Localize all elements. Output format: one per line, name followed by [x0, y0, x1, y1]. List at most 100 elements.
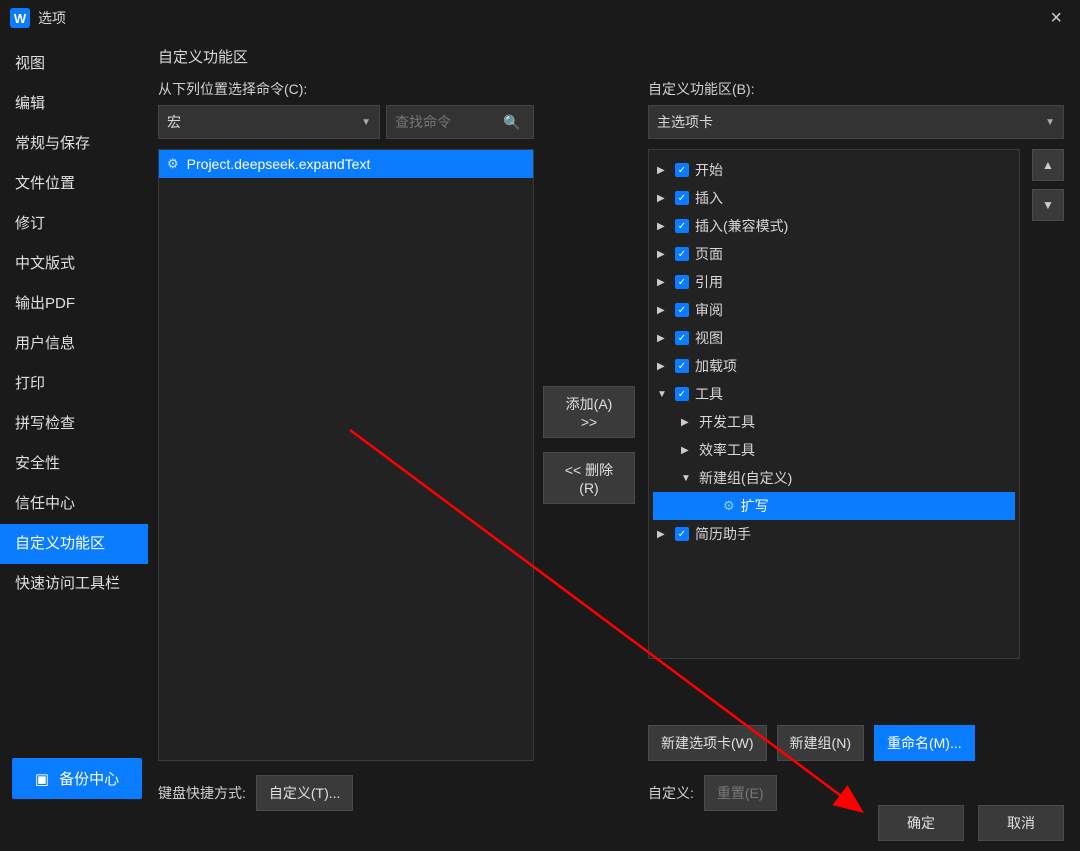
sidebar-item[interactable]: 中文版式 — [0, 244, 148, 284]
add-button[interactable]: 添加(A) >> — [543, 386, 635, 438]
tree-node[interactable]: ▶ ✓ 引用 — [653, 268, 1015, 296]
tree-node[interactable]: ▶ ✓ 审阅 — [653, 296, 1015, 324]
tree-node[interactable]: ▶✓页面 — [653, 240, 1015, 268]
tree-node-label: 新建组(自定义) — [699, 468, 792, 488]
sidebar-item[interactable]: 输出PDF — [0, 284, 148, 324]
tree-node-label: 引用 — [695, 272, 723, 292]
main: 视图编辑常规与保存文件位置修订中文版式输出PDF用户信息打印拼写检查安全性信任中… — [0, 36, 1080, 811]
sidebar-item[interactable]: 文件位置 — [0, 164, 148, 204]
titlebar: W 选项 × — [0, 0, 1080, 36]
tree-node[interactable]: ▶ ✓ 加载项 — [653, 352, 1015, 380]
expander-icon[interactable]: ▶ — [657, 221, 669, 232]
tree-node[interactable]: ▶ ✓ 简历助手 — [653, 520, 1015, 548]
content: 自定义功能区 从下列位置选择命令(C): 宏 ▼ 🔍 ⚙Project.deep… — [148, 36, 1080, 811]
sidebar-item[interactable]: 安全性 — [0, 444, 148, 484]
checkbox-icon[interactable]: ✓ — [675, 359, 689, 373]
sidebar-item[interactable]: 常规与保存 — [0, 124, 148, 164]
sidebar-item[interactable]: 编辑 — [0, 84, 148, 124]
choose-commands-label: 从下列位置选择命令(C): — [158, 79, 534, 99]
transfer-buttons: 添加(A) >> << 删除(R) — [534, 79, 644, 811]
tree-node[interactable]: ▶✓插入(兼容模式) — [653, 212, 1015, 240]
ribbon-tree[interactable]: ▶✓开始▶✓插入▶✓插入(兼容模式)▶✓页面▶✓引用▶✓审阅▶✓视图▶✓加载项▼… — [648, 149, 1020, 659]
close-icon[interactable]: × — [1042, 3, 1070, 34]
tree-node[interactable]: ▼ ✓ 工具 — [653, 380, 1015, 408]
sidebar-item[interactable]: 快速访问工具栏 — [0, 564, 148, 604]
expander-icon[interactable]: ▼ — [657, 389, 669, 400]
chevron-down-icon: ▼ — [1045, 117, 1055, 128]
tree-node-label: 加载项 — [695, 356, 737, 376]
backup-label: 备份中心 — [59, 768, 119, 789]
sidebar-item[interactable]: 用户信息 — [0, 324, 148, 364]
reset-button[interactable]: 重置(E) — [704, 775, 777, 811]
rename-button[interactable]: 重命名(M)... — [874, 725, 975, 761]
expander-icon[interactable]: ▶ — [657, 165, 669, 176]
checkbox-icon[interactable]: ✓ — [675, 387, 689, 401]
move-down-button[interactable]: ▼ — [1032, 189, 1064, 221]
left-column: 从下列位置选择命令(C): 宏 ▼ 🔍 ⚙Project.deepseek.ex… — [158, 79, 534, 811]
expander-icon[interactable]: ▶ — [681, 417, 693, 428]
tree-node-label: 审阅 — [695, 300, 723, 320]
new-tab-button[interactable]: 新建选项卡(W) — [648, 725, 767, 761]
expander-icon[interactable]: ▶ — [657, 529, 669, 540]
tree-node[interactable]: ▶ 开发工具 — [653, 408, 1015, 436]
sidebar-item[interactable]: 打印 — [0, 364, 148, 404]
expander-icon[interactable]: ▶ — [681, 445, 693, 456]
tree-node[interactable]: ▼ 新建组(自定义) — [653, 464, 1015, 492]
tree-node-label: 工具 — [695, 384, 723, 404]
checkbox-icon[interactable]: ✓ — [675, 163, 689, 177]
new-group-button[interactable]: 新建组(N) — [777, 725, 864, 761]
expander-icon[interactable]: ▼ — [681, 473, 693, 484]
tree-node-label: 开始 — [695, 160, 723, 180]
cancel-button[interactable]: 取消 — [978, 805, 1064, 841]
move-up-button[interactable]: ▲ — [1032, 149, 1064, 181]
keyboard-shortcuts-label: 键盘快捷方式: — [158, 783, 246, 803]
commands-listbox[interactable]: ⚙Project.deepseek.expandText — [158, 149, 534, 761]
tree-node[interactable]: ▶ ✓ 开始 — [653, 156, 1015, 184]
macro-icon: ⚙ — [723, 498, 735, 514]
tree-node[interactable]: ▶ ✓ 视图 — [653, 324, 1015, 352]
tree-node-label: 开发工具 — [699, 412, 755, 432]
search-box[interactable]: 🔍 — [386, 105, 534, 139]
commands-source-dropdown[interactable]: 宏 ▼ — [158, 105, 380, 139]
checkbox-icon[interactable]: ✓ — [675, 275, 689, 289]
ribbon-tabs-dropdown[interactable]: 主选项卡 ▼ — [648, 105, 1064, 139]
expander-icon[interactable]: ▶ — [657, 249, 669, 260]
tree-node-label: 扩写 — [741, 496, 769, 516]
tree-node[interactable]: ⚙ 扩写 — [653, 492, 1015, 520]
expander-icon[interactable]: ▶ — [657, 361, 669, 372]
search-input[interactable] — [393, 108, 503, 136]
sidebar-item[interactable]: 自定义功能区 — [0, 524, 148, 564]
tree-node[interactable]: ▶ ✓ 插入 — [653, 184, 1015, 212]
tree-node-label: 简历助手 — [695, 524, 751, 544]
checkbox-icon[interactable]: ✓ — [675, 331, 689, 345]
expander-icon[interactable]: ▶ — [657, 193, 669, 204]
app-icon: W — [10, 8, 30, 28]
checkbox-icon[interactable]: ✓ — [675, 527, 689, 541]
checkbox-icon[interactable]: ✓ — [675, 219, 689, 233]
command-list-item[interactable]: ⚙Project.deepseek.expandText — [159, 150, 533, 178]
expander-icon[interactable]: ▶ — [657, 333, 669, 344]
chevron-down-icon: ▼ — [361, 117, 371, 128]
dialog-footer: 确定 取消 — [862, 795, 1080, 851]
sidebar: 视图编辑常规与保存文件位置修订中文版式输出PDF用户信息打印拼写检查安全性信任中… — [0, 36, 148, 811]
backup-center-button[interactable]: ▣ 备份中心 — [12, 758, 142, 799]
customize-label: 自定义: — [648, 783, 694, 803]
checkbox-icon[interactable]: ✓ — [675, 303, 689, 317]
ok-button[interactable]: 确定 — [878, 805, 964, 841]
checkbox-icon[interactable]: ✓ — [675, 191, 689, 205]
tree-node-label: 视图 — [695, 328, 723, 348]
expander-icon[interactable]: ▶ — [657, 305, 669, 316]
tree-node-label: 插入 — [695, 188, 723, 208]
sidebar-item[interactable]: 修订 — [0, 204, 148, 244]
checkbox-icon[interactable]: ✓ — [675, 247, 689, 261]
ribbon-label: 自定义功能区(B): — [648, 79, 1064, 99]
remove-button[interactable]: << 删除(R) — [543, 452, 635, 504]
sidebar-item[interactable]: 信任中心 — [0, 484, 148, 524]
backup-icon: ▣ — [35, 770, 49, 788]
sidebar-item[interactable]: 拼写检查 — [0, 404, 148, 444]
keyboard-customize-button[interactable]: 自定义(T)... — [256, 775, 354, 811]
expander-icon[interactable]: ▶ — [657, 277, 669, 288]
tree-node-label: 效率工具 — [699, 440, 755, 460]
sidebar-item[interactable]: 视图 — [0, 44, 148, 84]
tree-node[interactable]: ▶ 效率工具 — [653, 436, 1015, 464]
